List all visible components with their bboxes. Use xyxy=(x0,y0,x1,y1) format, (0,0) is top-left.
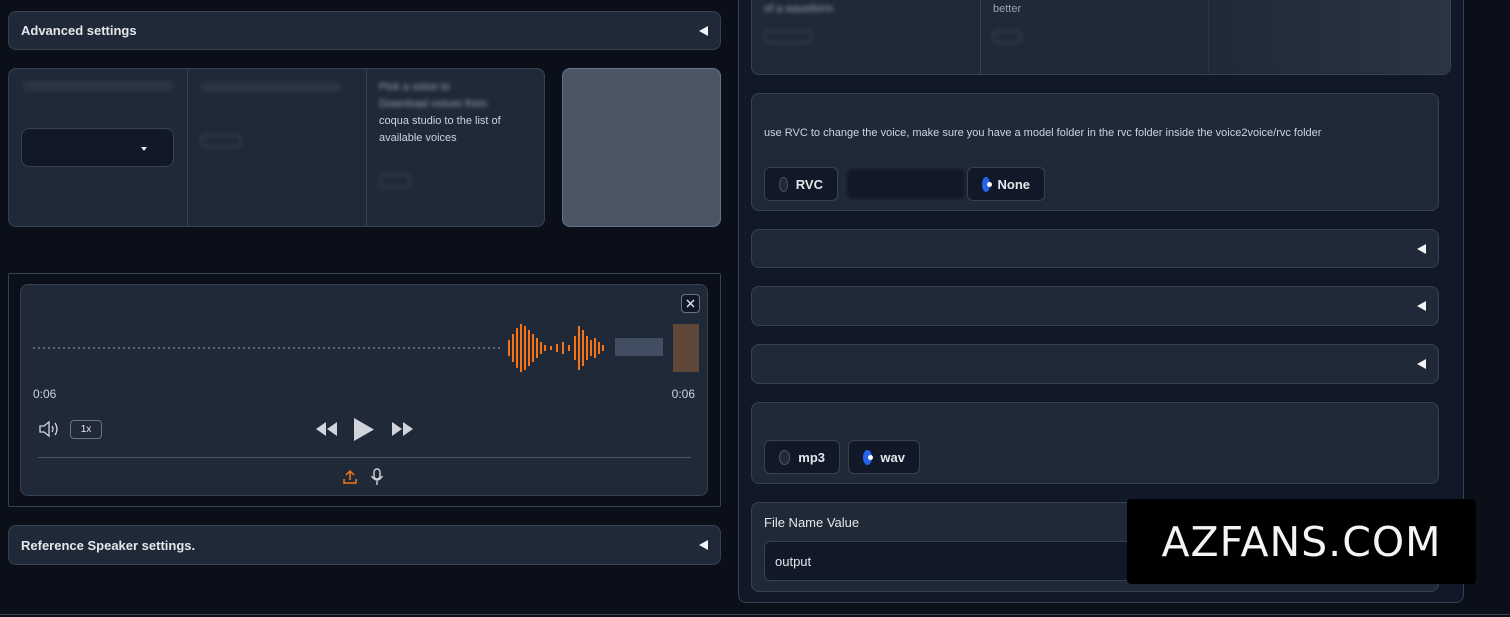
reference-speaker-label: Reference Speaker settings. xyxy=(21,537,196,553)
image-placeholder xyxy=(562,68,721,227)
top-settings-table: of a waveform better xyxy=(751,0,1451,75)
collapse-triangle-icon xyxy=(699,25,708,36)
collapsed-accordion-1[interactable] xyxy=(751,229,1439,268)
collapsed-accordion-2[interactable] xyxy=(751,286,1439,326)
voice-dropdown[interactable] xyxy=(21,128,174,167)
advanced-settings-accordion[interactable]: Advanced settings xyxy=(8,11,721,50)
advanced-settings-label: Advanced settings xyxy=(21,23,137,38)
chevron-down-icon xyxy=(141,147,147,151)
voice-desc-line4: available voices xyxy=(379,132,457,144)
radio-mp3[interactable]: mp3 xyxy=(764,440,840,474)
table-cell-2: better xyxy=(993,3,1022,15)
radio-none[interactable]: None xyxy=(967,167,1045,201)
fast-forward-icon[interactable] xyxy=(391,421,414,437)
radio-label-wav: wav xyxy=(880,449,905,465)
radio-wav[interactable]: wav xyxy=(848,440,920,474)
table-cell-1: of a waveform xyxy=(764,3,834,15)
collapsed-accordion-3[interactable] xyxy=(751,344,1439,384)
voice-desc-line1: Pick a voice to xyxy=(379,81,450,93)
voice-settings-group: Pick a voice to Download voices from coq… xyxy=(8,68,545,227)
play-icon[interactable] xyxy=(353,417,375,442)
radio-dot-rvc xyxy=(779,176,788,192)
radio-blurred-option[interactable] xyxy=(845,167,967,201)
radio-dot-wav xyxy=(863,449,874,465)
collapse-triangle-icon xyxy=(1417,243,1426,254)
playback-speed-button[interactable]: 1x xyxy=(70,420,102,439)
time-total: 0:06 xyxy=(671,387,695,401)
close-icon[interactable] xyxy=(681,294,700,313)
volume-icon[interactable] xyxy=(38,420,60,438)
microphone-icon[interactable] xyxy=(370,468,384,486)
radio-rvc[interactable]: RVC xyxy=(764,167,838,201)
voice-desc-line3: coqua studio to the list of xyxy=(379,115,501,127)
collapse-triangle-icon xyxy=(1417,301,1426,311)
time-current: 0:06 xyxy=(33,387,57,401)
audio-player: 0:06 0:06 1x xyxy=(20,284,708,496)
radio-label-none: None xyxy=(997,176,1031,192)
file-name-label: File Name Value xyxy=(764,515,860,530)
collapse-triangle-icon xyxy=(699,540,708,550)
waveform[interactable] xyxy=(33,320,699,376)
radio-label-rvc: RVC xyxy=(795,176,823,192)
radio-label-mp3: mp3 xyxy=(798,449,825,465)
rewind-icon[interactable] xyxy=(315,421,338,437)
voice-desc-line2: Download voices from xyxy=(379,98,488,110)
rvc-description: use RVC to change the voice, make sure y… xyxy=(764,127,1322,139)
radio-dot-mp3 xyxy=(779,449,791,465)
file-name-value: output xyxy=(775,553,812,569)
watermark-badge: AZFANS.COM xyxy=(1127,499,1476,584)
radio-dot-none xyxy=(982,176,992,192)
collapse-triangle-icon xyxy=(1417,359,1426,369)
upload-icon[interactable] xyxy=(342,469,358,485)
reference-speaker-accordion[interactable]: Reference Speaker settings. xyxy=(8,525,721,565)
watermark-text: AZFANS.COM xyxy=(1161,517,1442,566)
